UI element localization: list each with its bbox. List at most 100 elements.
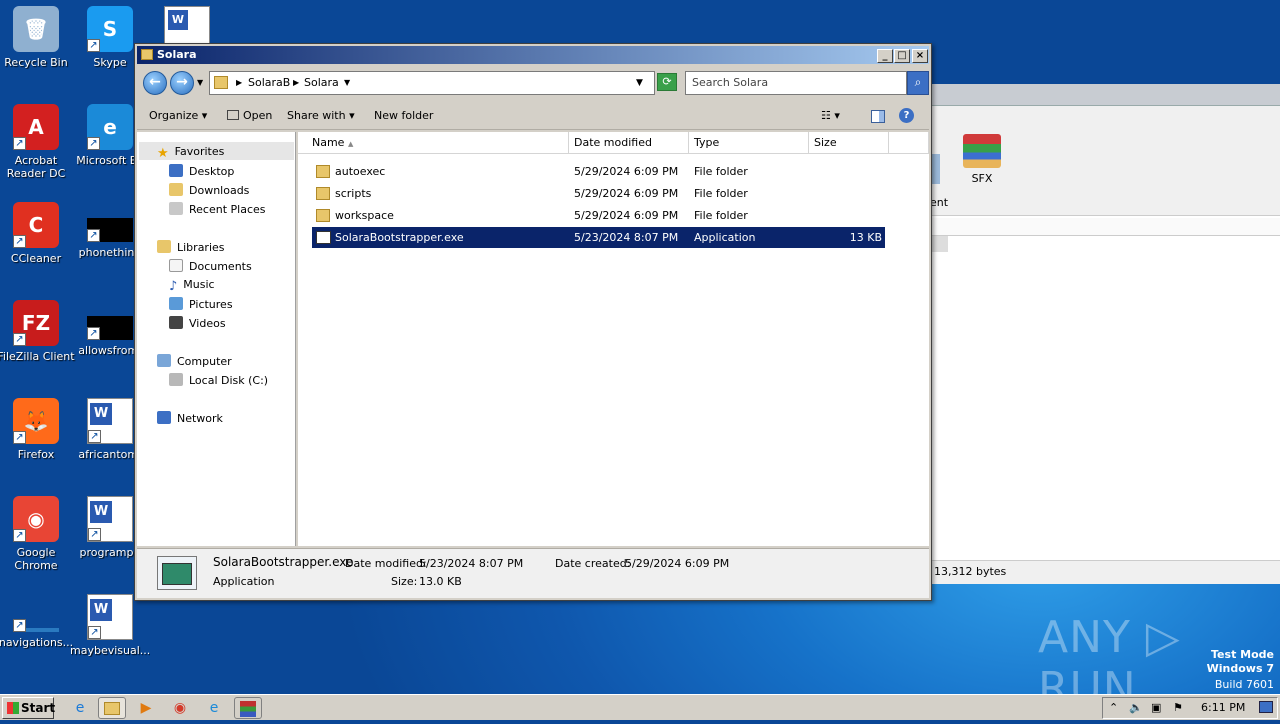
file-row-scripts[interactable]: scripts 5/29/2024 6:09 PM File folder bbox=[312, 183, 885, 204]
shortcut-arrow-icon: ↗ bbox=[13, 333, 26, 346]
preview-pane-icon[interactable] bbox=[871, 110, 885, 123]
details-size-label: Size: bbox=[391, 575, 418, 588]
file-name: SolaraBootstrapper.exe bbox=[335, 231, 464, 244]
search-icon[interactable]: ⌕ bbox=[907, 71, 929, 95]
nav-computer[interactable]: Computer bbox=[157, 354, 232, 368]
nav-pictures-label: Pictures bbox=[189, 298, 233, 311]
new-folder-button[interactable]: New folder bbox=[374, 109, 433, 122]
desktop-icon-5[interactable]: C ↗ CCleaner bbox=[0, 202, 76, 265]
breadcrumb-item-solara[interactable]: Solara bbox=[304, 72, 339, 94]
clock[interactable]: 6:11 PM bbox=[1201, 698, 1245, 718]
nav-favorites[interactable]: ★ Favorites bbox=[157, 145, 224, 161]
folder-icon bbox=[214, 76, 228, 89]
file-row-autoexec[interactable]: autoexec 5/29/2024 6:09 PM File folder bbox=[312, 161, 885, 182]
ie-icon[interactable]: e bbox=[66, 697, 94, 719]
details-created-value: 5/29/2024 6:09 PM bbox=[625, 557, 730, 570]
maximize-button[interactable]: □ bbox=[894, 49, 910, 63]
desktop-icon-3[interactable]: A ↗ Acrobat Reader DC bbox=[0, 104, 76, 180]
desktop-icon-11[interactable]: ◉ ↗ Google Chrome bbox=[0, 496, 76, 572]
winrar-icon[interactable] bbox=[234, 697, 262, 719]
nav-downloads[interactable]: Downloads bbox=[169, 183, 249, 197]
application-large-icon bbox=[157, 556, 197, 590]
open-button[interactable]: Open bbox=[227, 109, 272, 122]
nav-music[interactable]: ♪ Music bbox=[169, 278, 215, 294]
open-label: Open bbox=[243, 109, 273, 122]
desktop-icon-13[interactable]: ↗ navigations... bbox=[0, 594, 76, 649]
file-list: Name ▲ Date modified Type Size autoexec … bbox=[298, 132, 929, 546]
column-header-name[interactable]: Name ▲ bbox=[298, 132, 569, 154]
shortcut-arrow-icon: ↗ bbox=[87, 327, 100, 340]
chrome-icon[interactable]: ◉ bbox=[166, 697, 194, 719]
shortcut-arrow-icon: ↗ bbox=[13, 431, 26, 444]
videos-icon bbox=[169, 316, 183, 329]
desktop-app-icon: A ↗ bbox=[13, 104, 59, 150]
desktop-icon-9[interactable]: 🦊 ↗ Firefox bbox=[0, 398, 76, 461]
computer-icon bbox=[157, 354, 171, 367]
file-date: 5/29/2024 6:09 PM bbox=[574, 187, 679, 200]
window-titlebar[interactable]: Solara _ □ × bbox=[137, 46, 929, 64]
desktop-icon-1[interactable]: 🗑 Recycle Bin bbox=[0, 6, 76, 69]
desktop-icon-label: Google Chrome bbox=[14, 546, 58, 572]
nav-desktop[interactable]: Desktop bbox=[169, 164, 234, 178]
sort-ascending-icon: ▲ bbox=[347, 140, 354, 148]
help-icon[interactable]: ? bbox=[899, 108, 914, 123]
back-button[interactable]: ← bbox=[143, 71, 167, 95]
nav-recent-places[interactable]: Recent Places bbox=[169, 202, 266, 216]
navigation-pane: ★ Favorites Desktop Downloads Recent Plac… bbox=[137, 132, 296, 546]
column-header-type[interactable]: Type bbox=[689, 132, 809, 154]
nav-videos[interactable]: Videos bbox=[169, 316, 226, 330]
start-button[interactable]: Start bbox=[2, 697, 55, 719]
file-row-solarabootstrapper[interactable]: SolaraBootstrapper.exe 5/23/2024 8:07 PM… bbox=[312, 227, 885, 248]
windows-version-label: Windows 7 bbox=[1206, 662, 1274, 675]
forward-button[interactable]: → bbox=[170, 71, 194, 95]
recent-pages-dropdown-icon[interactable]: ▼ bbox=[197, 78, 203, 87]
organize-menu[interactable]: Organize ▾ bbox=[149, 109, 207, 122]
desktop-app-icon: ↗ bbox=[87, 316, 133, 340]
desktop-app-icon: ↗ bbox=[13, 619, 59, 632]
minimize-button[interactable]: _ bbox=[877, 49, 893, 63]
shortcut-arrow-icon: ↗ bbox=[88, 528, 101, 541]
network-tray-icon[interactable]: ▣ bbox=[1151, 698, 1161, 718]
desktop-icon-7[interactable]: FZ ↗ FileZilla Client bbox=[0, 300, 76, 363]
desktop-app-icon: e ↗ bbox=[87, 104, 133, 150]
nav-computer-label: Computer bbox=[177, 355, 232, 368]
show-hidden-icons-icon[interactable]: ⌃ bbox=[1109, 698, 1118, 718]
column-header-spacer bbox=[889, 132, 929, 154]
shortcut-arrow-icon: ↗ bbox=[87, 137, 100, 150]
show-desktop-icon[interactable] bbox=[1259, 701, 1273, 713]
edge-icon[interactable]: e bbox=[200, 697, 228, 719]
share-with-menu[interactable]: Share with ▾ bbox=[287, 109, 355, 122]
breadcrumb[interactable]: ▶ SolaraB ▶ Solara ▼ ▼ bbox=[209, 71, 655, 95]
flag-icon[interactable]: ⚑ bbox=[1173, 698, 1183, 718]
desktop-icon-14[interactable]: W ↗ maybevisual... bbox=[70, 594, 150, 657]
folder-icon bbox=[104, 702, 120, 715]
nav-libraries-label: Libraries bbox=[177, 241, 225, 254]
word-document-icon[interactable]: W bbox=[164, 6, 210, 46]
refresh-button[interactable]: ⟳ bbox=[657, 73, 677, 91]
file-row-workspace[interactable]: workspace 5/29/2024 6:09 PM File folder bbox=[312, 205, 885, 226]
nav-pictures[interactable]: Pictures bbox=[169, 297, 233, 311]
nav-libraries[interactable]: Libraries bbox=[157, 240, 225, 254]
column-header-size[interactable]: Size bbox=[809, 132, 889, 154]
shortcut-arrow-icon: ↗ bbox=[87, 39, 100, 52]
background-tool-item[interactable]: ent bbox=[930, 134, 950, 209]
explorer-window: Solara _ □ × ← → ▼ ▶ SolaraB ▶ Solara ▼ … bbox=[134, 43, 932, 601]
media-player-icon[interactable]: ▶ bbox=[132, 697, 160, 719]
word-glyph: W bbox=[90, 501, 112, 523]
breadcrumb-item-solarab[interactable]: SolaraB bbox=[248, 72, 290, 94]
details-modified-value: 5/23/2024 8:07 PM bbox=[419, 557, 524, 570]
column-header-date[interactable]: Date modified bbox=[569, 132, 689, 154]
sfx-tool-item[interactable]: SFX bbox=[960, 134, 1004, 204]
nav-documents[interactable]: Documents bbox=[169, 259, 252, 273]
nav-local-disk[interactable]: Local Disk (C:) bbox=[169, 373, 268, 387]
nav-network[interactable]: Network bbox=[157, 411, 223, 425]
background-app-header bbox=[930, 218, 1280, 236]
volume-icon[interactable]: 🔈 bbox=[1129, 698, 1143, 718]
search-input[interactable]: Search Solara bbox=[685, 71, 907, 95]
explorer-taskbar-icon[interactable] bbox=[98, 697, 126, 719]
desktop-icon-label: Acrobat Reader DC bbox=[6, 154, 66, 180]
breadcrumb-chevron-icon: ▼ bbox=[344, 78, 351, 87]
view-options-icon[interactable]: ☷ ▾ bbox=[821, 109, 840, 122]
address-dropdown-icon[interactable]: ▼ bbox=[636, 72, 643, 94]
close-button[interactable]: × bbox=[912, 49, 928, 63]
